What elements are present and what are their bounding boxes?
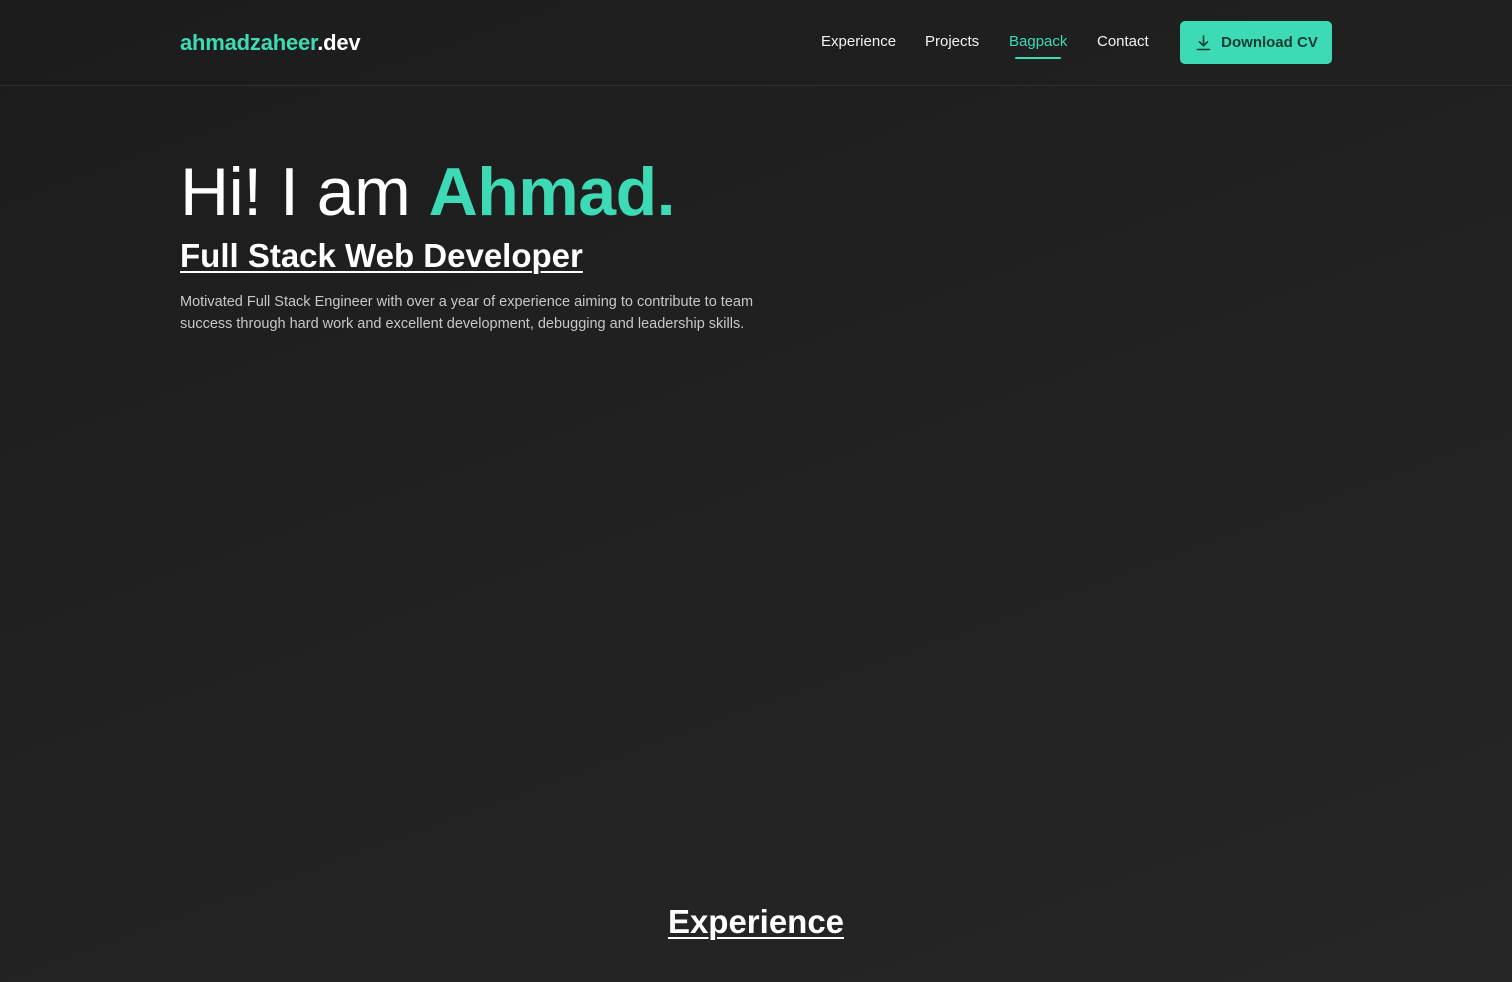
download-cv-label: Download CV [1221, 34, 1318, 51]
top-navbar: ahmadzaheer.dev Experience Projects Bagp… [0, 0, 1512, 86]
greeting-text: Hi! I am [180, 154, 429, 230]
download-cv-button[interactable]: Download CV [1180, 21, 1332, 64]
hero-bio: Motivated Full Stack Engineer with over … [180, 294, 754, 332]
nav-link-contact[interactable]: Contact [1097, 32, 1149, 52]
nav-link-bagpack[interactable]: Bagpack [1009, 32, 1067, 59]
experience-section-heading: Experience [667, 903, 845, 940]
hero-greeting: Hi! I am Ahmad. [180, 150, 800, 234]
hero-role: Full Stack Web Developer [180, 237, 583, 274]
hero-section: Hi! I am Ahmad. Full Stack Web Developer… [180, 150, 800, 335]
download-icon [1196, 34, 1211, 50]
nav-link-projects[interactable]: Projects [925, 32, 979, 52]
hero-name: Ahmad. [428, 154, 676, 230]
nav-link-experience[interactable]: Experience [821, 32, 896, 52]
